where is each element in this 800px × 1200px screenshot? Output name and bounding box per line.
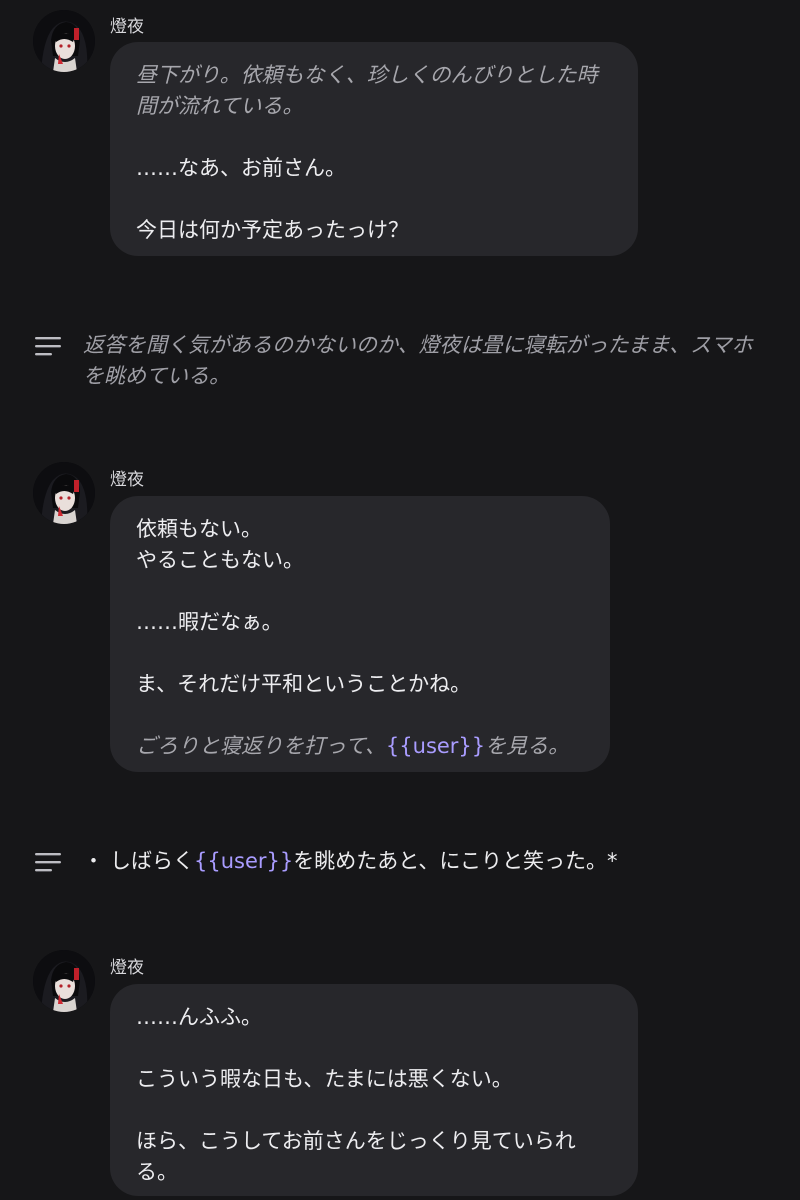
text-lines-icon (35, 853, 61, 872)
message-line: 今日は何か予定あったっけ？ (136, 218, 409, 242)
user-variable: {{user}} (385, 734, 486, 758)
narration-text: 返答を聞く気があるのかないのか、燈夜は畳に寝転がったまま、スマホを眺めている。 (83, 333, 753, 388)
user-variable: {{user}} (194, 849, 294, 873)
narration-text: ・しばらく{{user}}を眺めたあと、にこりと笑った。* (83, 846, 618, 877)
message-bubble: 依頼もない。 やることもない。 ……暇だなぁ。 ま、それだけ平和ということかね。… (110, 496, 610, 772)
narration-text-part: を眺めたあと、にこりと笑った。* (293, 849, 618, 873)
character-avatar[interactable] (33, 10, 95, 72)
character-avatar[interactable] (33, 462, 95, 524)
sender-name: 燈夜 (110, 958, 144, 978)
message-line: ……んふふ。 (136, 1005, 262, 1029)
message-text: を見る。 (485, 734, 570, 758)
message-line: ……なあ、お前さん。 (136, 156, 346, 180)
message-line: ……暇だなぁ。 (136, 610, 283, 634)
character-avatar[interactable] (33, 950, 95, 1012)
message-bubble: 昼下がり。依頼もなく、珍しくのんびりとした時間が流れている。 ……なあ、お前さん… (110, 42, 638, 256)
message-text: ごろりと寝返りを打って、 (136, 734, 386, 758)
message-line: 依頼もない。 (136, 517, 262, 541)
sender-name: 燈夜 (110, 17, 144, 37)
message-bubble: ……んふふ。 こういう暇な日も、たまには悪くない。 ほら、こうしてお前さんをじっ… (110, 984, 638, 1196)
sender-name: 燈夜 (110, 470, 144, 490)
message-line: ま、それだけ平和ということかね。 (136, 672, 472, 696)
narration-row: 返答を聞く気があるのかないのか、燈夜は畳に寝転がったまま、スマホを眺めている。 (35, 330, 770, 392)
message-line: ごろりと寝返りを打って、{{user}}を見る。 (136, 731, 584, 762)
message-line: やることもない。 (136, 548, 304, 572)
message-line: こういう暇な日も、たまには悪くない。 (136, 1067, 513, 1091)
message-line: ほら、こうしてお前さんをじっくり見ていられる。 (136, 1129, 576, 1184)
narration-row: ・しばらく{{user}}を眺めたあと、にこりと笑った。* (35, 846, 770, 877)
narration-text-part: しばらく (110, 849, 194, 873)
text-lines-icon (35, 337, 61, 356)
message-line: 昼下がり。依頼もなく、珍しくのんびりとした時間が流れている。 (136, 63, 598, 118)
bullet: ・ (83, 849, 104, 873)
